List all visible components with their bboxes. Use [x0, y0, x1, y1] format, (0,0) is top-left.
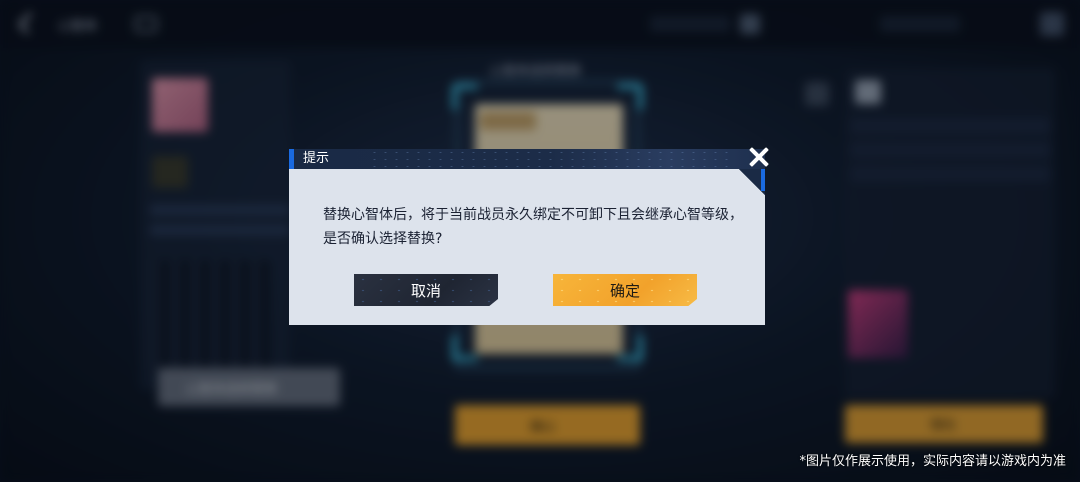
cancel-button[interactable]: 取消: [354, 274, 498, 306]
close-icon[interactable]: [744, 143, 774, 171]
dialog-message: 替换心智体后，将于当前战员永久绑定不可卸下且会继承心智等级，是否确认选择替换?: [323, 207, 743, 247]
dialog-corner-accent: [761, 169, 765, 191]
header-pattern: [369, 149, 729, 169]
dialog-header: 提示: [289, 149, 765, 169]
header-accent: [289, 149, 294, 169]
dialog-title: 提示: [303, 151, 330, 166]
cancel-button-label: 取消: [410, 281, 441, 300]
confirm-button[interactable]: 确定: [553, 274, 697, 306]
disclaimer-text: *图片仅作展示使用，实际内容请以游戏内为准: [799, 454, 1066, 469]
confirm-dialog: 提示 替换心智体后，将于当前战员永久绑定不可卸下且会继承心智等级，是否确认选择替…: [289, 149, 765, 325]
confirm-button-label: 确定: [609, 281, 640, 300]
